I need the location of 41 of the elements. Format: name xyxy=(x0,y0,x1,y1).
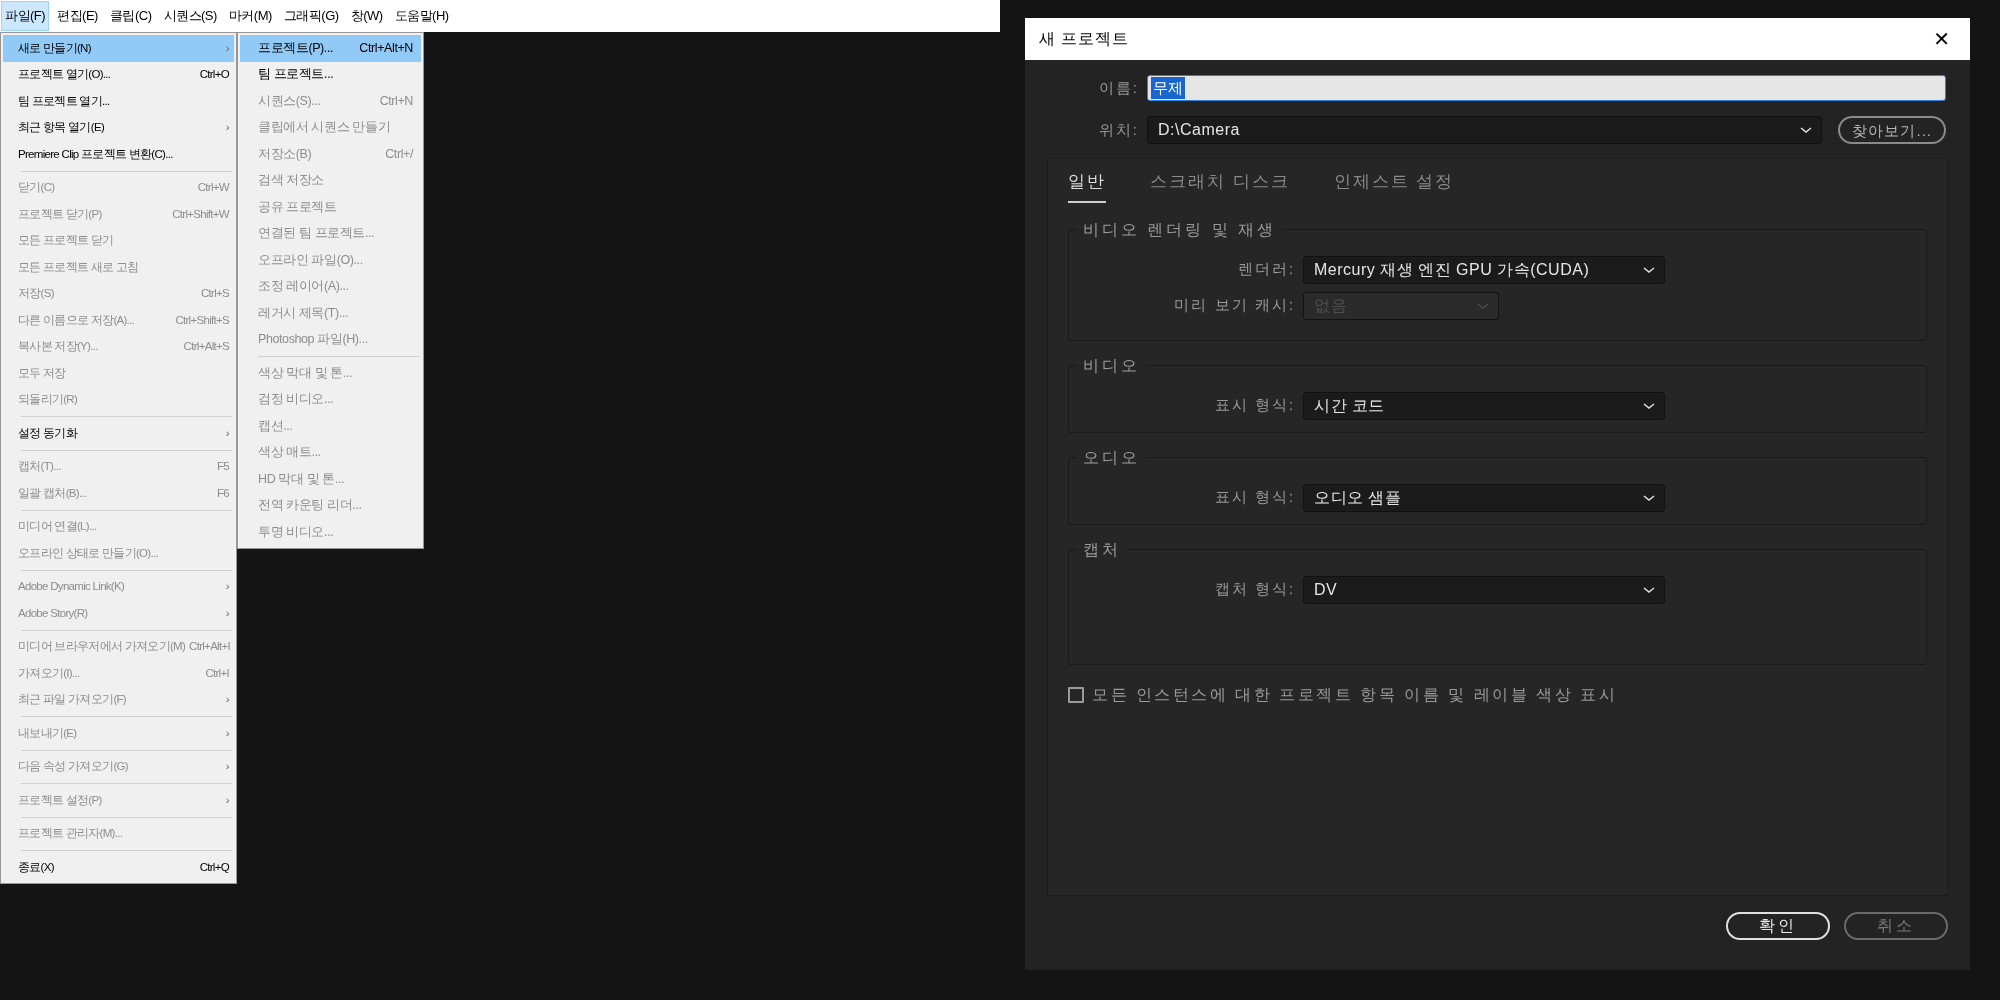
location-dropdown[interactable]: D:\Camera xyxy=(1147,116,1823,144)
window-title: 새 프로젝트 xyxy=(1038,29,1130,49)
menu-bar-item[interactable]: 편집(E) xyxy=(53,1,102,31)
checkbox[interactable] xyxy=(1068,686,1084,703)
field-label: 표시 형식: xyxy=(1213,395,1295,416)
menu-item[interactable]: Premiere Clip 프로젝트 변환(C)... xyxy=(3,141,234,168)
field-label: 이름: xyxy=(1097,77,1139,98)
menu-item[interactable]: 팀 프로젝트... xyxy=(240,61,421,88)
menu-bar-item[interactable]: 클립(C) xyxy=(105,1,156,31)
menu-bar-item[interactable]: 그래픽(G) xyxy=(279,1,343,31)
field-label: 위치: xyxy=(1097,119,1139,140)
cancel-button[interactable]: 취소 xyxy=(1844,912,1948,940)
field-label: 렌더러: xyxy=(1236,259,1295,280)
chevron-down-icon xyxy=(1799,125,1814,135)
menu-item[interactable]: 종료(X) Ctrl+Q xyxy=(3,854,234,881)
tab[interactable]: 스크래치 디스크 xyxy=(1150,167,1290,203)
field-label: 표시 형식: xyxy=(1213,487,1295,508)
dropdown[interactable]: DV xyxy=(1303,575,1665,604)
checkbox-label: 모든 인스턴스에 대한 프로젝트 항목 이름 및 레이블 색상 표시 xyxy=(1092,684,1617,705)
menu-item[interactable]: 새로 만들기(N) › xyxy=(3,35,234,62)
menu-bar-item[interactable]: 시퀀스(S) xyxy=(159,1,221,31)
menu-item[interactable]: 최근 항목 열기(E) › xyxy=(3,114,234,141)
menu-bar-item[interactable]: 마커(M) xyxy=(224,1,276,31)
close-button[interactable]: ✕ xyxy=(1927,27,1956,51)
menu-bar-item[interactable]: 도움말(H) xyxy=(390,1,453,31)
menu-bar-item[interactable]: 창(W) xyxy=(346,1,387,31)
name-field[interactable]: 무제 xyxy=(1147,75,1946,101)
dropdown[interactable]: 오디오 샘플 xyxy=(1303,483,1665,512)
menu-item[interactable]: 프로젝트(P)... Ctrl+Alt+N xyxy=(240,35,421,62)
menu-item[interactable]: 팀 프로젝트 열기... xyxy=(3,88,234,115)
field-label: 미리 보기 캐시: xyxy=(1173,295,1295,316)
dropdown[interactable]: Mercury 재생 엔진 GPU 가속(CUDA) xyxy=(1303,255,1665,284)
ok-button[interactable]: 확인 xyxy=(1726,912,1830,940)
tab[interactable]: 일반 xyxy=(1068,167,1106,203)
menu-bar-item[interactable]: 파일(F) xyxy=(1,1,50,31)
tab[interactable]: 인제스트 설정 xyxy=(1333,167,1455,203)
menu-item[interactable]: 설정 동기화 › xyxy=(3,420,234,447)
field-label: 캡처 형식: xyxy=(1213,579,1295,600)
browse-button[interactable]: 찾아보기... xyxy=(1838,116,1946,144)
menu-item[interactable]: 프로젝트 열기(O)... Ctrl+O xyxy=(3,61,234,88)
dropdown[interactable]: 시간 코드 xyxy=(1303,391,1665,420)
